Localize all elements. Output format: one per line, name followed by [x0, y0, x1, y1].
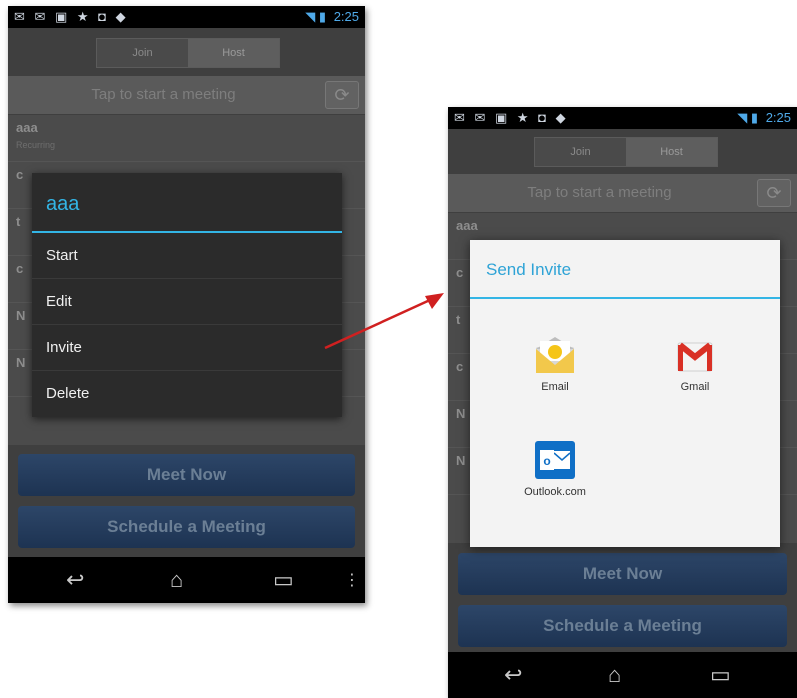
red-arrow-connector [324, 293, 444, 350]
